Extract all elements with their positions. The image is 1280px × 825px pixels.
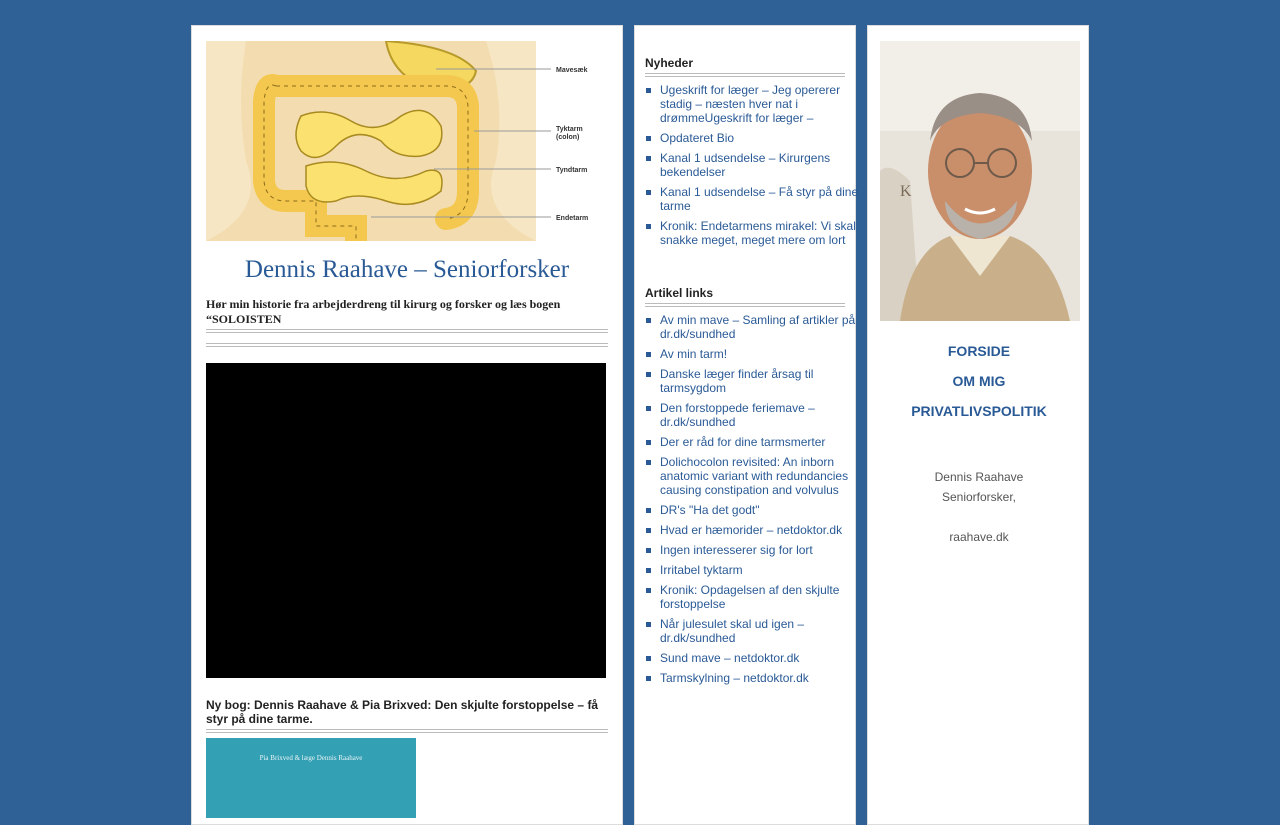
- portrait-photo: K: [880, 41, 1080, 321]
- news-list: Ugeskrift for læger – Jeg opererer stadi…: [645, 83, 860, 253]
- article-link-item-link[interactable]: Irritabel tyktarm: [660, 563, 743, 577]
- article-link-item: Når julesulet skal ud igen – dr.dk/sundh…: [646, 617, 860, 645]
- author-name: Dennis Raahave: [934, 470, 1024, 484]
- main-column: Mavesæk Tyktarm (colon) Tyndtarm Endetar…: [191, 25, 623, 825]
- article-link-item-link[interactable]: Sund mave – netdoktor.dk: [660, 651, 799, 665]
- article-link-item: Kronik: Opdagelsen af den skjulte forsto…: [646, 583, 860, 611]
- author-role: Seniorforsker,: [941, 490, 1017, 504]
- article-link-item-link[interactable]: Tarmskylning – netdoktor.dk: [660, 671, 809, 685]
- article-link-item-link[interactable]: Hvad er hæmorider – netdoktor.dk: [660, 523, 842, 537]
- label-colon-latin: (colon): [556, 134, 579, 141]
- divider: [645, 73, 845, 77]
- article-link-item: Irritabel tyktarm: [646, 563, 860, 577]
- background-sign-icon: K: [900, 183, 912, 200]
- book-cover-authors: Pia Brixved & læge Dennis Raahave: [259, 754, 363, 762]
- main-navigation: FORSIDE OM MIG PRIVATLIVSPOLITIK: [868, 341, 1090, 431]
- tagline: Hør min historie fra arbejderdreng til k…: [206, 297, 561, 326]
- article-link-item-link[interactable]: Av min mave – Samling af artikler på dr.…: [660, 313, 855, 341]
- intestine-illustration: Mavesæk Tyktarm (colon) Tyndtarm Endetar…: [206, 41, 606, 241]
- article-link-item-link[interactable]: DR's "Ha det godt": [660, 503, 760, 517]
- article-link-item: DR's "Ha det godt": [646, 503, 860, 517]
- news-item-link[interactable]: Kanal 1 udsendelse – Kirurgens bekendels…: [660, 151, 830, 179]
- sidebar: Nyheder Ugeskrift for læger – Jeg operer…: [634, 25, 858, 825]
- article-link-item: Hvad er hæmorider – netdoktor.dk: [646, 523, 860, 537]
- header-image[interactable]: Mavesæk Tyktarm (colon) Tyndtarm Endetar…: [206, 41, 606, 241]
- article-link-item: Dolichocolon revisited: An inborn anatom…: [646, 455, 860, 497]
- article-link-item: Tarmskylning – netdoktor.dk: [646, 671, 860, 685]
- news-item: Kronik: Endetarmens mirakel: Vi skal sna…: [646, 219, 860, 247]
- video-player[interactable]: [206, 363, 606, 678]
- divider: [206, 343, 608, 347]
- news-item: Ugeskrift for læger – Jeg opererer stadi…: [646, 83, 860, 125]
- article-link-item: Av min mave – Samling af artikler på dr.…: [646, 313, 860, 341]
- site-title[interactable]: Dennis Raahave – Seniorforsker: [206, 256, 608, 284]
- news-item: Kanal 1 udsendelse – Kirurgens bekendels…: [646, 151, 860, 179]
- news-item-link[interactable]: Ugeskrift for læger – Jeg opererer stadi…: [660, 83, 840, 125]
- article-link-item: Den forstoppede feriemave – dr.dk/sundhe…: [646, 401, 860, 429]
- label-stomach: Mavesæk: [556, 67, 588, 74]
- article-link-item: Av min tarm!: [646, 347, 860, 361]
- divider: [645, 303, 845, 307]
- author-site: raahave.dk: [949, 530, 1009, 544]
- news-item-link[interactable]: Kronik: Endetarmens mirakel: Vi skal sna…: [660, 219, 856, 247]
- article-links-title: Artikel links: [645, 286, 714, 300]
- article-link-item-link[interactable]: Kronik: Opdagelsen af den skjulte forsto…: [660, 583, 839, 611]
- label-small-intestine: Tyndtarm: [556, 167, 587, 174]
- nav-om-mig[interactable]: OM MIG: [868, 371, 1090, 401]
- divider: [206, 729, 608, 733]
- article-link-item-link[interactable]: Av min tarm!: [660, 347, 727, 361]
- article-link-item: Danske læger finder årsag til tarmsygdom: [646, 367, 860, 395]
- article-link-item: Sund mave – netdoktor.dk: [646, 651, 860, 665]
- book-title: Ny bog: Dennis Raahave & Pia Brixved: De…: [206, 698, 599, 726]
- nav-forside[interactable]: FORSIDE: [868, 341, 1090, 371]
- article-links-list: Av min mave – Samling af artikler på dr.…: [645, 313, 860, 691]
- news-item-link[interactable]: Kanal 1 udsendelse – Få styr på dine tar…: [660, 185, 858, 213]
- nav-privatlivspolitik[interactable]: PRIVATLIVSPOLITIK: [868, 401, 1090, 431]
- news-item: Opdateret Bio: [646, 131, 860, 145]
- author-info: Dennis Raahave Seniorforsker, raahave.dk: [868, 467, 1090, 547]
- news-item-link[interactable]: Opdateret Bio: [660, 131, 734, 145]
- divider: [206, 329, 608, 333]
- news-item: Kanal 1 udsendelse – Få styr på dine tar…: [646, 185, 860, 213]
- right-column: K FORSIDE OM MIG PRIVATLIVSPOLITIK Denni…: [867, 25, 1089, 825]
- label-rectum: Endetarm: [556, 215, 588, 222]
- article-link-item-link[interactable]: Der er råd for dine tarmsmerter: [660, 435, 825, 449]
- article-link-item-link[interactable]: Danske læger finder årsag til tarmsygdom: [660, 367, 813, 395]
- person-photo-icon: K: [880, 41, 1080, 321]
- news-title: Nyheder: [645, 56, 694, 70]
- book-cover-image[interactable]: Pia Brixved & læge Dennis Raahave: [206, 738, 416, 818]
- article-link-item-link[interactable]: Når julesulet skal ud igen – dr.dk/sundh…: [660, 617, 804, 645]
- article-link-item-link[interactable]: Den forstoppede feriemave – dr.dk/sundhe…: [660, 401, 815, 429]
- label-colon: Tyktarm: [556, 126, 583, 133]
- article-link-item: Ingen interesserer sig for lort: [646, 543, 860, 557]
- article-link-item: Der er råd for dine tarmsmerter: [646, 435, 860, 449]
- article-link-item-link[interactable]: Dolichocolon revisited: An inborn anatom…: [660, 455, 848, 497]
- article-link-item-link[interactable]: Ingen interesserer sig for lort: [660, 543, 813, 557]
